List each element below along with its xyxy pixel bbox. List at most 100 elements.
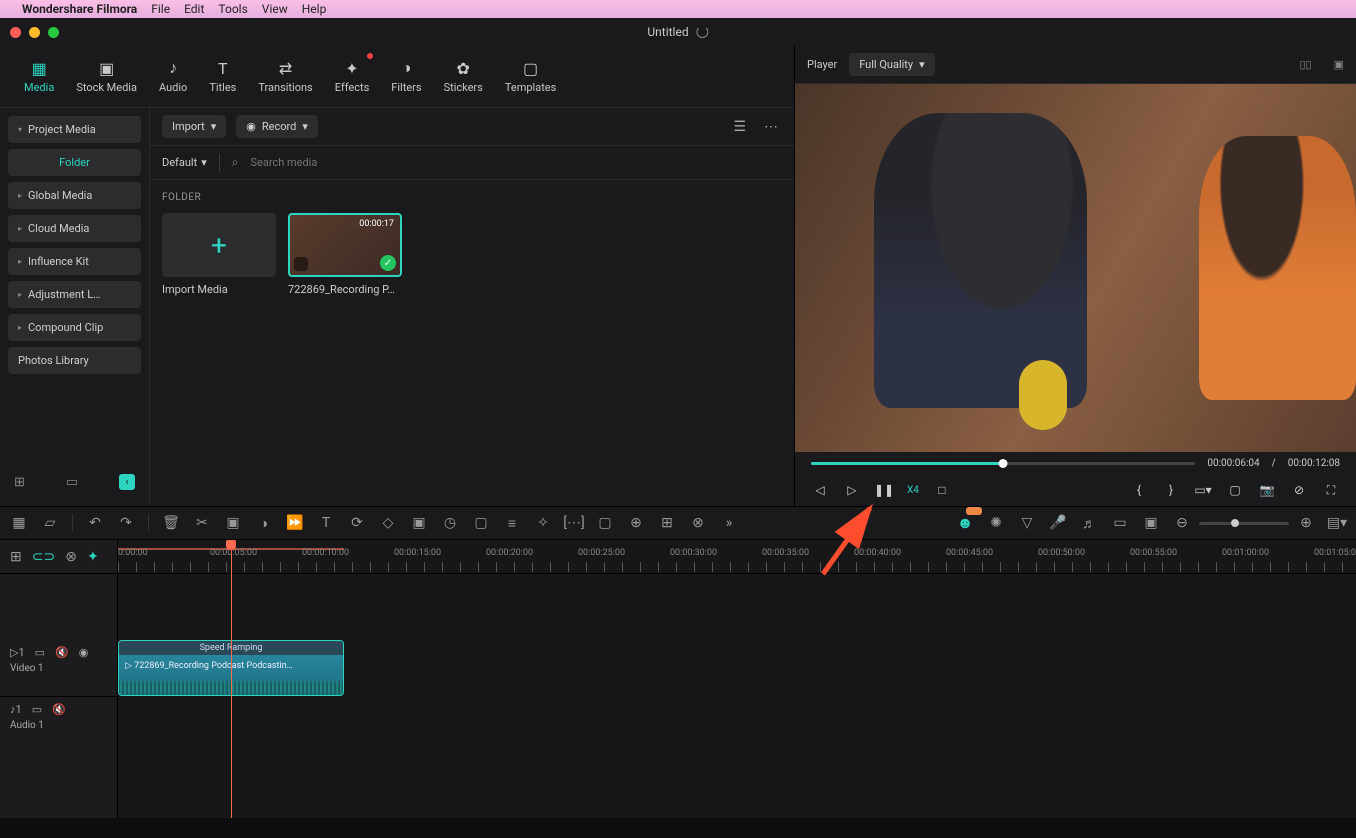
import-tile[interactable]: + Import Media	[162, 213, 276, 296]
mark-in-button[interactable]: {	[1130, 483, 1148, 497]
sidebar-folder[interactable]: Folder	[8, 149, 141, 176]
time-ruler[interactable]: 0:00:0000:00:05:0000:00:10:0000:00:15:00…	[118, 540, 1356, 574]
filter-icon[interactable]: ☰	[729, 115, 750, 139]
collapse-sidebar-button[interactable]: ‹	[119, 474, 135, 490]
rotate-icon[interactable]: ⟳	[348, 515, 366, 531]
align-icon[interactable]: ≡	[503, 515, 521, 532]
new-bin-icon[interactable]: ⊞	[14, 475, 25, 490]
tab-transitions[interactable]: ⇄Transitions	[252, 55, 318, 98]
ai-icon[interactable]: ✧	[534, 515, 552, 531]
link-icon[interactable]: ⊗	[689, 515, 707, 531]
menu-help[interactable]: Help	[302, 2, 327, 16]
redo-icon[interactable]: ↷	[117, 515, 135, 531]
crop-icon[interactable]: ▣	[224, 515, 242, 531]
more-icon[interactable]: ⋯	[760, 115, 782, 139]
render-icon[interactable]: ▭	[1111, 515, 1129, 531]
capture-icon[interactable]: ▣	[1142, 515, 1160, 531]
bookmark-icon[interactable]: ▽	[1018, 515, 1036, 531]
detach-icon[interactable]: ⊕	[627, 515, 645, 531]
music-icon[interactable]: ♬	[1080, 515, 1098, 532]
stop-button[interactable]: □	[933, 483, 951, 497]
progress-knob[interactable]	[999, 459, 1008, 468]
sidebar-compound-clip[interactable]: ▸Compound Clip	[8, 314, 141, 341]
pause-button[interactable]: ❚❚	[875, 483, 893, 497]
window-minimize-button[interactable]	[29, 27, 40, 38]
tab-stock-media[interactable]: ▣Stock Media	[70, 55, 143, 98]
snapshot-icon[interactable]: 📷	[1258, 483, 1276, 497]
timeline-tracks[interactable]: 0:00:0000:00:05:0000:00:10:0000:00:15:00…	[118, 540, 1356, 818]
keyframe-icon[interactable]: ◇	[379, 515, 397, 531]
new-folder-icon[interactable]: ▭	[66, 475, 78, 490]
speed-icon[interactable]: ⏩	[286, 515, 304, 531]
import-button[interactable]: Import▾	[162, 115, 226, 138]
menu-file[interactable]: File	[151, 2, 170, 16]
grid-icon[interactable]: ▦	[10, 515, 28, 531]
clock-icon[interactable]: ◷	[441, 515, 459, 531]
timeline-view-icon[interactable]: ▤▾	[1328, 515, 1346, 531]
lock-icon[interactable]: ▭	[32, 703, 42, 716]
sidebar-global-media[interactable]: ▸Global Media	[8, 182, 141, 209]
mark-out-button[interactable]: }	[1162, 483, 1180, 497]
aspect-dropdown[interactable]: ▭▾	[1194, 483, 1212, 497]
lock-icon[interactable]: ▭	[35, 646, 45, 659]
color-icon[interactable]: ◑	[255, 515, 273, 532]
compare-view-icon[interactable]: ▯▯	[1299, 58, 1311, 71]
search-input[interactable]	[250, 156, 782, 169]
zoom-in-icon[interactable]: ⊕	[1297, 515, 1315, 531]
menu-tools[interactable]: Tools	[218, 2, 247, 16]
enhance-icon[interactable]: ✺	[987, 515, 1005, 531]
subtitle-icon[interactable]: [⋯]	[565, 515, 583, 531]
text-icon[interactable]: T	[317, 515, 335, 531]
undo-icon[interactable]: ↶	[86, 515, 104, 531]
sidebar-influence-kit[interactable]: ▸Influence Kit	[8, 248, 141, 275]
tab-titles[interactable]: TTitles	[203, 55, 242, 98]
marker-icon[interactable]: ▢	[596, 515, 614, 531]
group-icon[interactable]: ⊞	[658, 515, 676, 531]
window-zoom-button[interactable]	[48, 27, 59, 38]
menu-view[interactable]: View	[262, 2, 288, 16]
sidebar-adjustment-layer[interactable]: ▸Adjustment L…	[8, 281, 141, 308]
snapshot-view-icon[interactable]: ▣	[1334, 58, 1344, 71]
tab-audio[interactable]: ♪Audio	[153, 55, 193, 98]
prev-frame-button[interactable]: ◁	[811, 483, 829, 497]
zoom-out-icon[interactable]: ⊖	[1173, 515, 1191, 531]
mute-icon[interactable]: 🔇	[55, 646, 69, 659]
tab-effects[interactable]: ✦Effects	[329, 55, 376, 98]
tab-filters[interactable]: ◑Filters	[385, 55, 427, 98]
window-close-button[interactable]	[10, 27, 21, 38]
fit-icon[interactable]: ▢	[472, 515, 490, 531]
sidebar-photos-library[interactable]: Photos Library	[8, 347, 141, 374]
ai-portrait-icon[interactable]: ☻	[956, 513, 974, 533]
sidebar-cloud-media[interactable]: ▸Cloud Media	[8, 215, 141, 242]
tab-templates[interactable]: ▢Templates	[499, 55, 562, 98]
record-button[interactable]: ◉Record▾	[236, 115, 318, 138]
tab-media[interactable]: ▦Media	[18, 55, 60, 98]
progress-track[interactable]	[811, 462, 1195, 465]
zoom-slider[interactable]	[1199, 522, 1289, 525]
menu-edit[interactable]: Edit	[184, 2, 204, 16]
app-name[interactable]: Wondershare Filmora	[22, 2, 137, 16]
delete-icon[interactable]: 🗑	[162, 515, 180, 531]
monitor-icon[interactable]: ▢	[1226, 483, 1244, 497]
marker-toggle-icon[interactable]: ✦	[87, 549, 99, 565]
split-icon[interactable]: ✂	[193, 515, 211, 531]
preview-viewport[interactable]	[795, 84, 1356, 452]
linkage-icon[interactable]: ⊗	[65, 549, 77, 565]
visibility-icon[interactable]: ◉	[79, 646, 89, 659]
play-button[interactable]: ▷	[843, 483, 861, 497]
fullscreen-icon[interactable]: ⛶	[1322, 483, 1340, 498]
quality-dropdown[interactable]: Full Quality▾	[849, 53, 934, 76]
media-clip[interactable]: 00:00:17 ✓ 722869_Recording P…	[288, 213, 402, 296]
mask-icon[interactable]: ▣	[410, 515, 428, 531]
playback-speed[interactable]: X4	[907, 485, 919, 496]
sidebar-project-media[interactable]: ▾Project Media	[8, 116, 141, 143]
magnet-icon[interactable]: ⊂⊃	[32, 549, 55, 565]
select-tool-icon[interactable]: ▱	[41, 515, 59, 531]
mute-icon[interactable]: 🔇	[52, 703, 66, 716]
tab-stickers[interactable]: ✿Stickers	[438, 55, 489, 98]
voiceover-icon[interactable]: ⊘	[1290, 483, 1308, 497]
sort-dropdown[interactable]: Default▾	[162, 156, 207, 169]
add-track-icon[interactable]: ⊞	[10, 549, 22, 565]
expand-toolbar-icon[interactable]: »	[720, 515, 738, 531]
mic-icon[interactable]: 🎤	[1049, 515, 1067, 531]
